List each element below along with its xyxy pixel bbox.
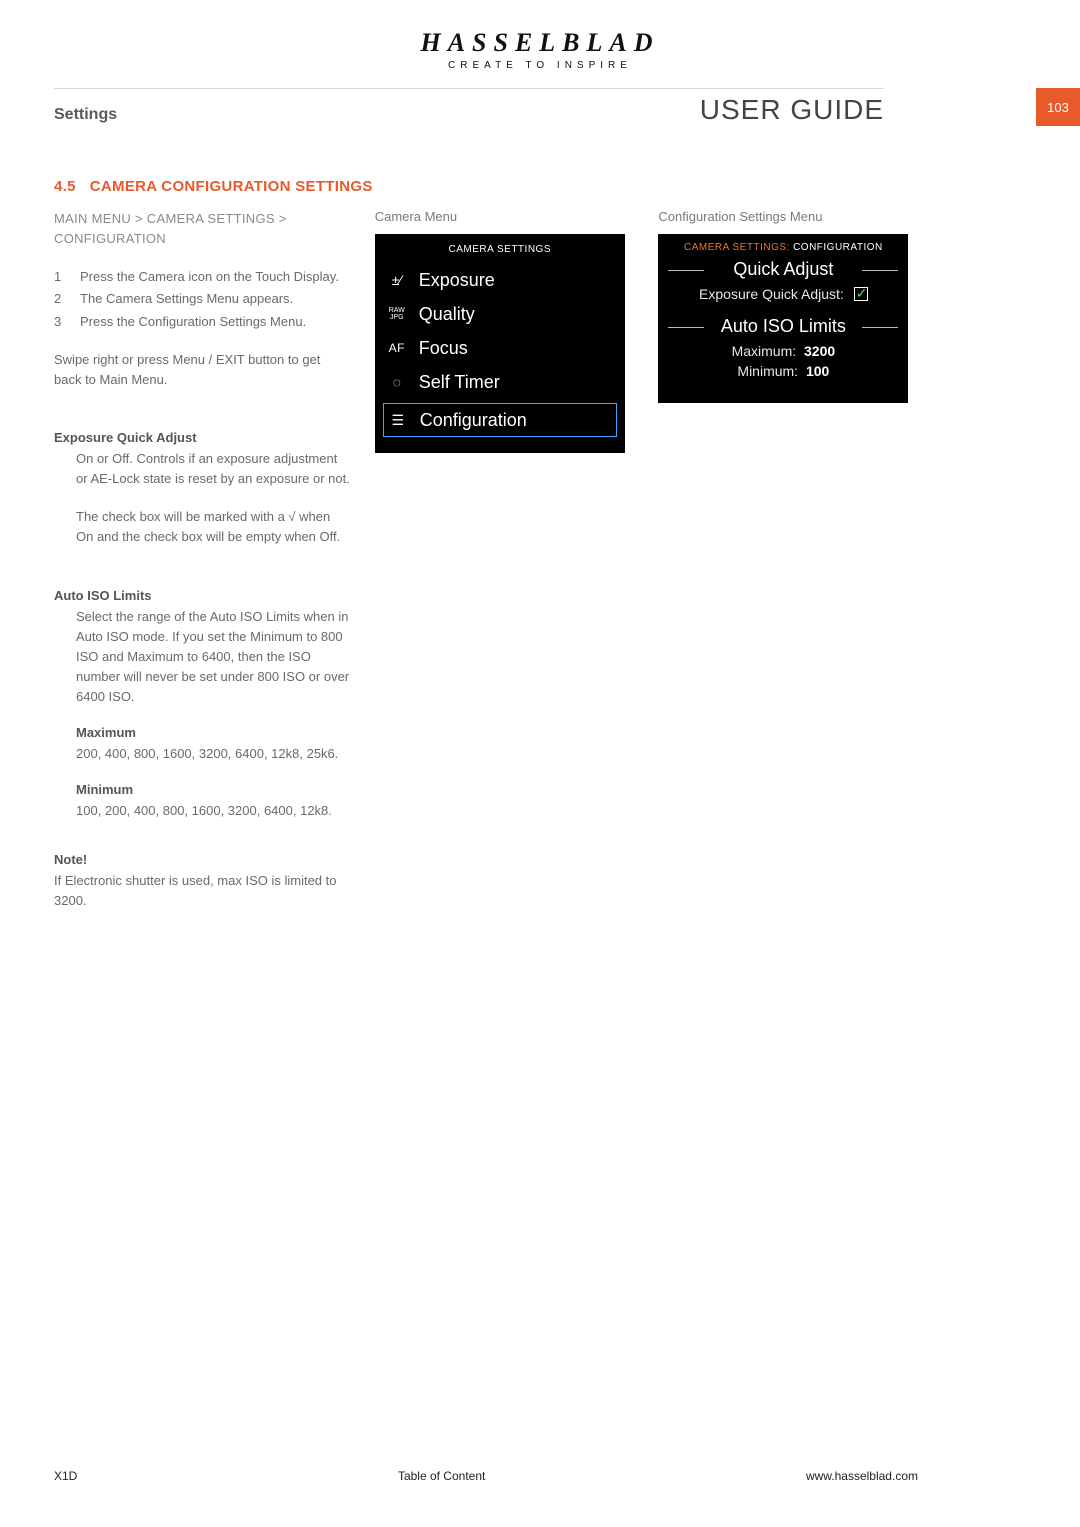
- step-item: 3 Press the Configuration Settings Menu.: [54, 312, 351, 332]
- auto-iso-max-row[interactable]: Maximum: 3200: [658, 343, 908, 359]
- self-timer-icon: ◌: [385, 374, 409, 390]
- config-menu-caption: Configuration Settings Menu: [658, 209, 918, 224]
- steps-list: 1 Press the Camera icon on the Touch Disp…: [54, 267, 351, 331]
- brand-tagline: CREATE TO INSPIRE: [0, 60, 1080, 71]
- ail-max-values: 200, 400, 800, 1600, 3200, 6400, 12k8, 2…: [76, 744, 351, 764]
- menu-item-label: Self Timer: [419, 372, 500, 393]
- config-menu-title-suffix: CONFIGURATION: [793, 242, 883, 253]
- config-menu-title-prefix: CAMERA SETTINGS:: [684, 242, 790, 253]
- quick-adjust-group-title: Quick Adjust: [658, 259, 908, 280]
- auto-iso-min-label: Minimum:: [737, 363, 798, 379]
- brand-wordmark: HASSELBLAD: [0, 28, 1080, 58]
- step-number: 2: [54, 289, 66, 309]
- header-rule: [54, 88, 884, 89]
- ail-desc: Select the range of the Auto ISO Limits …: [76, 607, 351, 708]
- step-text: The Camera Settings Menu appears.: [80, 289, 351, 309]
- ail-max-heading: Maximum: [76, 725, 351, 740]
- checkbox-checked-icon: [854, 287, 868, 301]
- step-number: 3: [54, 312, 66, 332]
- note-heading: Note!: [54, 852, 351, 867]
- menu-item-label: Quality: [419, 304, 475, 325]
- ail-heading: Auto ISO Limits: [54, 588, 351, 603]
- section-label: Settings: [54, 106, 117, 124]
- step-number: 1: [54, 267, 66, 287]
- menu-item-label: Configuration: [420, 410, 527, 431]
- footer-model: X1D: [54, 1469, 77, 1483]
- auto-iso-group-title: Auto ISO Limits: [658, 316, 908, 337]
- step-item: 2 The Camera Settings Menu appears.: [54, 289, 351, 309]
- auto-iso-min-value: 100: [806, 363, 829, 379]
- af-icon: AF: [385, 341, 409, 355]
- eqa-desc-2: The check box will be marked with a √ wh…: [76, 507, 351, 547]
- footer-url[interactable]: www.hasselblad.com: [806, 1469, 918, 1483]
- menu-item-self-timer[interactable]: ◌ Self Timer: [375, 365, 625, 399]
- footer-toc[interactable]: Table of Content: [398, 1469, 485, 1483]
- eqa-toggle-label: Exposure Quick Adjust:: [699, 286, 844, 302]
- menu-item-exposure[interactable]: ±⁄ Exposure: [375, 263, 625, 297]
- section-title: CAMERA CONFIGURATION SETTINGS: [90, 178, 373, 195]
- menu-item-label: Exposure: [419, 270, 495, 291]
- menu-item-focus[interactable]: AF Focus: [375, 331, 625, 365]
- breadcrumb: MAIN MENU > CAMERA SETTINGS > CONFIGURAT…: [54, 209, 351, 249]
- swipe-note: Swipe right or press Menu / EXIT button …: [54, 350, 351, 390]
- menu-item-configuration[interactable]: ☰ Configuration: [383, 403, 617, 437]
- sliders-icon: ☰: [386, 412, 410, 429]
- eqa-toggle-row[interactable]: Exposure Quick Adjust:: [658, 286, 908, 302]
- config-menu-title: CAMERA SETTINGS: CONFIGURATION: [658, 242, 908, 253]
- page-number-badge: 103: [1036, 88, 1080, 126]
- doc-type-label: USER GUIDE: [700, 94, 884, 126]
- camera-menu-caption: Camera Menu: [375, 209, 635, 224]
- menu-item-quality[interactable]: RAW JPG Quality: [375, 297, 625, 331]
- camera-menu-screenshot: CAMERA SETTINGS ±⁄ Exposure RAW JPG Qual…: [375, 234, 625, 453]
- ail-min-values: 100, 200, 400, 800, 1600, 3200, 6400, 12…: [76, 801, 351, 821]
- section-number: 4.5: [54, 178, 76, 195]
- eqa-desc-1: On or Off. Controls if an exposure adjus…: [76, 449, 351, 489]
- auto-iso-max-value: 3200: [804, 343, 835, 359]
- step-text: Press the Camera icon on the Touch Displ…: [80, 267, 351, 287]
- config-menu-screenshot: CAMERA SETTINGS: CONFIGURATION Quick Adj…: [658, 234, 908, 403]
- camera-menu-title: CAMERA SETTINGS: [375, 244, 625, 255]
- ail-min-heading: Minimum: [76, 782, 351, 797]
- raw-jpg-icon: RAW JPG: [385, 307, 409, 321]
- menu-item-label: Focus: [419, 338, 468, 359]
- note-body: If Electronic shutter is used, max ISO i…: [54, 871, 351, 911]
- exposure-comp-icon: ±⁄: [385, 272, 409, 288]
- step-text: Press the Configuration Settings Menu.: [80, 312, 351, 332]
- auto-iso-min-row[interactable]: Minimum: 100: [658, 363, 908, 379]
- auto-iso-max-label: Maximum:: [732, 343, 797, 359]
- section-heading: 4.5 CAMERA CONFIGURATION SETTINGS: [54, 178, 918, 195]
- step-item: 1 Press the Camera icon on the Touch Disp…: [54, 267, 351, 287]
- eqa-heading: Exposure Quick Adjust: [54, 430, 351, 445]
